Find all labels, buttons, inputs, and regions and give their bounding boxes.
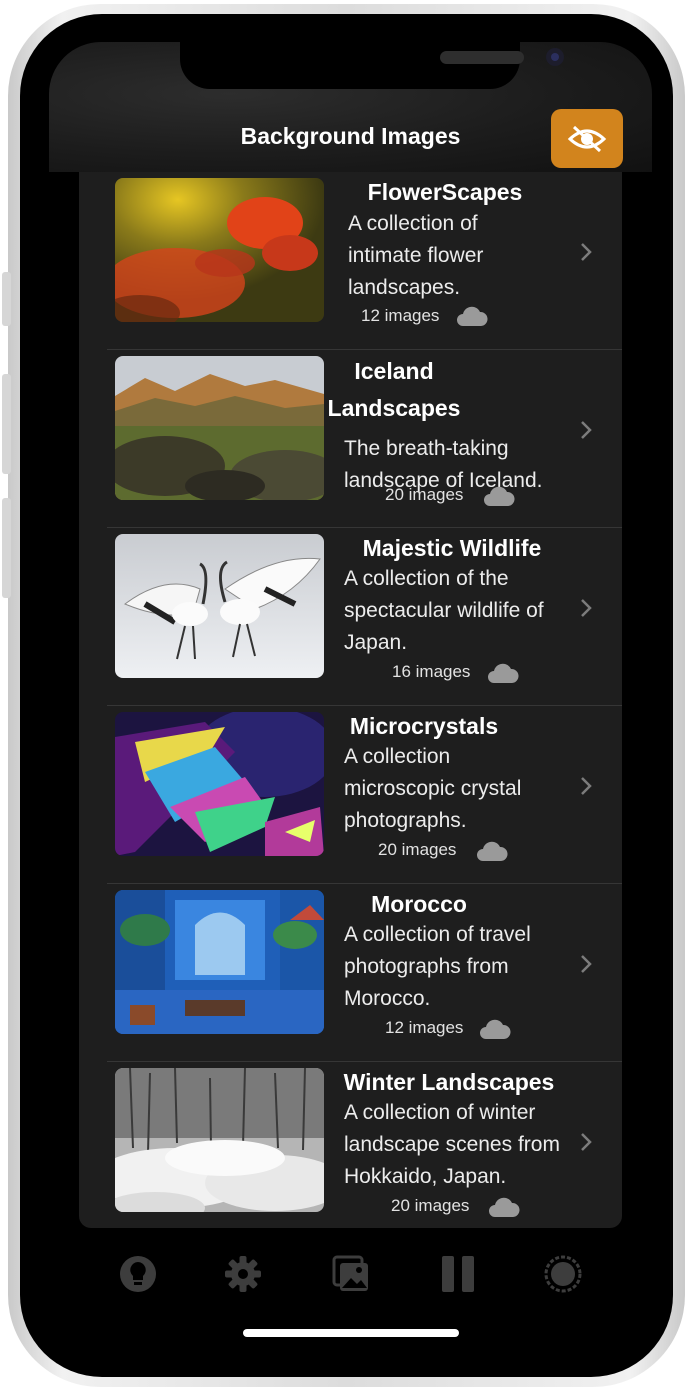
collection-thumbnail <box>115 178 324 322</box>
image-count: 12 images <box>385 1018 464 1037</box>
collection-row-iceland-landscapes[interactable]: Iceland Landscapes The breath-taking lan… <box>79 350 622 528</box>
tab-pause[interactable] <box>436 1252 480 1296</box>
notch <box>180 42 564 89</box>
chevron-right-icon <box>581 955 592 973</box>
cloud-icon[interactable] <box>456 305 488 327</box>
collection-row-majestic-wildlife[interactable]: Majestic Wildlife A collection of the sp… <box>79 528 622 706</box>
collection-thumbnail <box>115 1068 324 1212</box>
volume-down-button <box>2 498 11 598</box>
image-count: 20 images <box>378 840 457 859</box>
hide-images-button[interactable] <box>551 109 623 168</box>
chevron-right-icon <box>581 1133 592 1151</box>
chevron-right-icon <box>581 243 592 261</box>
gear-icon <box>225 1256 261 1292</box>
photo-stack-icon <box>332 1255 368 1291</box>
cloud-icon[interactable] <box>488 1196 520 1218</box>
collection-thumbnail <box>115 534 324 678</box>
mute-switch <box>2 272 11 326</box>
cloud-icon[interactable] <box>479 1018 511 1040</box>
collection-description: A collection of intimate flower landscap… <box>348 212 484 299</box>
tab-lightbulb[interactable] <box>116 1252 160 1296</box>
home-indicator[interactable] <box>243 1329 459 1337</box>
collection-title: FlowerScapes <box>367 179 523 205</box>
collection-list: FlowerScapes A collection of intimate fl… <box>79 172 622 1228</box>
collection-row-microcrystals[interactable]: Microcrystals A collection microscopic c… <box>79 706 622 884</box>
collection-thumbnail <box>115 890 324 1034</box>
volume-up-button <box>2 374 11 474</box>
image-count: 20 images <box>391 1196 470 1215</box>
tab-backgrounds[interactable] <box>329 1252 373 1296</box>
collection-title: Iceland Landscapes <box>327 358 461 421</box>
pause-icon <box>442 1256 474 1292</box>
image-count: 12 images <box>361 306 440 325</box>
image-count: 20 images <box>385 485 464 504</box>
collection-title: Morocco <box>371 891 467 917</box>
collection-title: Winter Landscapes <box>343 1069 555 1095</box>
collection-thumbnail <box>115 356 324 500</box>
chevron-right-icon <box>581 777 592 795</box>
collection-description: A collection of winter landscape scenes … <box>344 1101 560 1188</box>
cloud-icon[interactable] <box>487 662 519 684</box>
collection-row-flowerscapes[interactable]: FlowerScapes A collection of intimate fl… <box>79 172 622 350</box>
chevron-right-icon <box>581 421 592 439</box>
collection-description: A collection of travel photographs from … <box>344 923 531 1010</box>
chevron-right-icon <box>581 599 592 617</box>
lightbulb-icon <box>120 1256 156 1292</box>
collection-description: A collection microscopic crystal photogr… <box>344 745 522 832</box>
collection-title: Majestic Wildlife <box>362 535 542 561</box>
collection-row-winter-landscapes[interactable]: Winter Landscapes A collection of winter… <box>79 1062 622 1228</box>
tab-circle[interactable] <box>541 1252 585 1296</box>
collection-description: A collection of the spectacular wildlife… <box>344 567 544 654</box>
collection-title: Microcrystals <box>349 713 499 739</box>
speaker <box>440 51 524 64</box>
front-camera <box>546 48 564 66</box>
collection-thumbnail <box>115 712 324 856</box>
cloud-icon[interactable] <box>476 840 508 862</box>
eye-slash-icon <box>567 125 607 152</box>
tab-settings[interactable] <box>221 1252 265 1296</box>
cloud-icon[interactable] <box>483 485 515 507</box>
collection-row-morocco[interactable]: Morocco A collection of travel photograp… <box>79 884 622 1062</box>
screen: Background Images FlowerScapes A collect… <box>49 42 652 1351</box>
circle-icon <box>544 1255 582 1293</box>
image-count: 16 images <box>392 662 471 681</box>
